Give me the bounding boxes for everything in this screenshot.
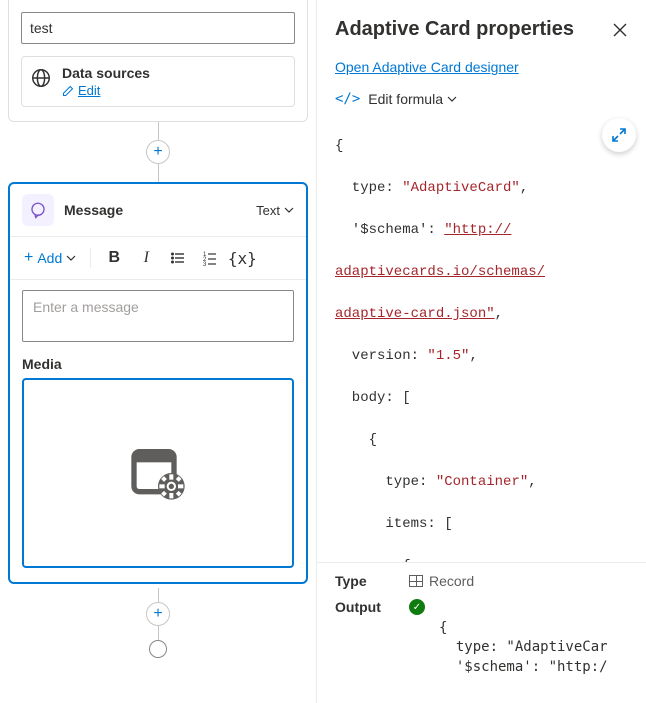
success-check-icon: ✓ bbox=[409, 599, 425, 615]
chevron-down-icon bbox=[284, 205, 294, 215]
edit-label: Edit bbox=[78, 83, 100, 98]
message-mode-dropdown[interactable]: Text bbox=[256, 203, 294, 218]
search-input[interactable]: test bbox=[21, 12, 295, 44]
edit-formula-label: Edit formula bbox=[368, 91, 443, 107]
type-value: Record bbox=[409, 573, 474, 589]
properties-panel: Adaptive Card properties Open Adaptive C… bbox=[316, 0, 646, 703]
code-tag-icon: </> bbox=[335, 91, 360, 107]
top-node-card: test Data sources Edit bbox=[8, 0, 308, 122]
italic-button[interactable]: I bbox=[131, 243, 161, 273]
data-sources-text: Data sources Edit bbox=[62, 65, 150, 98]
pencil-icon bbox=[62, 85, 74, 97]
message-input[interactable]: Enter a message bbox=[22, 290, 294, 342]
media-box[interactable] bbox=[22, 378, 294, 568]
bulleted-list-button[interactable] bbox=[163, 243, 193, 273]
numbered-list-icon: 1 2 3 bbox=[202, 250, 218, 266]
record-icon bbox=[409, 575, 423, 587]
message-mode-label: Text bbox=[256, 203, 280, 218]
flow-canvas: test Data sources Edit + bbox=[0, 0, 316, 703]
formula-editor[interactable]: { type: "AdaptiveCard", '$schema': "http… bbox=[335, 115, 642, 562]
type-label: Type bbox=[335, 573, 395, 589]
message-title: Message bbox=[64, 202, 246, 218]
adaptive-card-placeholder-icon bbox=[126, 441, 190, 505]
svg-text:3: 3 bbox=[203, 262, 207, 266]
add-node-button[interactable]: + bbox=[146, 140, 170, 164]
numbered-list-button[interactable]: 1 2 3 bbox=[195, 243, 225, 273]
end-node-icon bbox=[149, 640, 167, 658]
message-placeholder: Enter a message bbox=[33, 299, 139, 315]
connector-1: + bbox=[0, 122, 316, 182]
message-icon-wrap bbox=[22, 194, 54, 226]
output-label: Output bbox=[335, 599, 395, 615]
close-icon[interactable] bbox=[612, 22, 628, 38]
output-preview: { type: "AdaptiveCar '$schema': "http:/ bbox=[439, 599, 628, 697]
globe-icon bbox=[30, 67, 52, 89]
open-designer-link[interactable]: Open Adaptive Card designer bbox=[317, 49, 646, 85]
list-icon bbox=[170, 250, 186, 266]
add-label: Add bbox=[37, 250, 62, 266]
edit-formula-dropdown[interactable]: Edit formula bbox=[368, 91, 457, 107]
bold-button[interactable]: B bbox=[99, 243, 129, 273]
panel-title: Adaptive Card properties bbox=[335, 18, 604, 41]
message-header: Message Text bbox=[10, 184, 306, 237]
chevron-down-icon bbox=[66, 253, 76, 263]
data-sources-label: Data sources bbox=[62, 65, 150, 81]
media-label: Media bbox=[10, 352, 306, 378]
panel-header: Adaptive Card properties bbox=[317, 0, 646, 49]
chevron-down-icon bbox=[447, 94, 457, 104]
search-value: test bbox=[30, 20, 53, 36]
edit-link[interactable]: Edit bbox=[62, 83, 150, 98]
variable-button[interactable]: {x} bbox=[227, 243, 257, 273]
type-row: Type Record bbox=[317, 562, 646, 595]
formula-bar: </> Edit formula bbox=[317, 85, 646, 115]
message-icon bbox=[29, 201, 47, 219]
add-node-button-2[interactable]: + bbox=[146, 602, 170, 626]
add-button[interactable]: + Add bbox=[18, 245, 82, 271]
message-node[interactable]: Message Text + Add B I bbox=[8, 182, 308, 584]
connector-2: + bbox=[0, 588, 316, 658]
output-row: Output ✓ { type: "AdaptiveCar '$schema':… bbox=[317, 595, 646, 703]
data-sources-row[interactable]: Data sources Edit bbox=[21, 56, 295, 107]
message-toolbar: + Add B I 1 2 3 {x} bbox=[10, 237, 306, 280]
